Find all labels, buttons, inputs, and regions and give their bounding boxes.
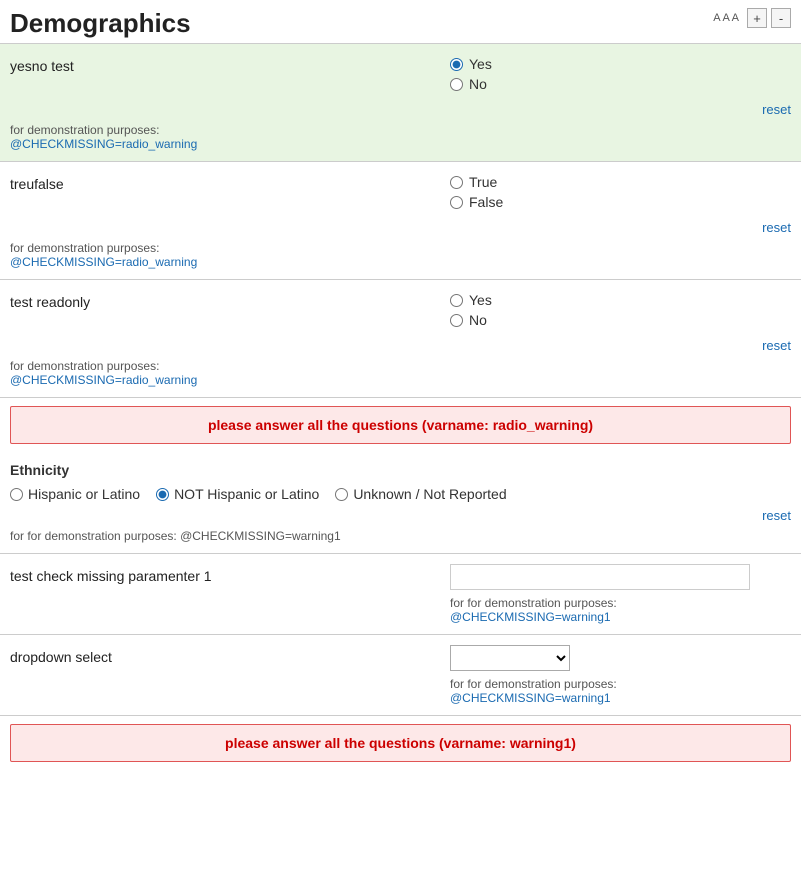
- ethnicity-unknown-radio[interactable]: [335, 488, 348, 501]
- ethnicity-radios: Hispanic or Latino NOT Hispanic or Latin…: [10, 486, 791, 502]
- yesno-demo-var: @CHECKMISSING=radio_warning: [10, 137, 791, 151]
- ethnicity-reset[interactable]: reset: [0, 506, 801, 527]
- check-missing-row: test check missing paramenter 1: [0, 554, 801, 594]
- dropdown-row: dropdown select: [0, 635, 801, 675]
- treufalse-reset[interactable]: reset: [0, 218, 801, 239]
- treufalse-true-radio[interactable]: [450, 176, 463, 189]
- yesno-no-label: No: [469, 76, 487, 92]
- warning-bar-2: please answer all the questions (varname…: [10, 724, 791, 762]
- ethnicity-title: Ethnicity: [10, 462, 791, 478]
- readonly-demo: for demonstration purposes: @CHECKMISSIN…: [0, 357, 801, 397]
- dropdown-label: dropdown select: [10, 645, 450, 665]
- treufalse-false-option[interactable]: False: [450, 194, 791, 210]
- readonly-field-row: test readonly Yes No: [0, 280, 801, 336]
- treufalse-field-row: treufalse True False: [0, 162, 801, 218]
- readonly-demo-var: @CHECKMISSING=radio_warning: [10, 373, 791, 387]
- zoom-out-button[interactable]: -: [771, 8, 791, 28]
- ethnicity-hispanic-label: Hispanic or Latino: [28, 486, 140, 502]
- yesno-reset[interactable]: reset: [0, 100, 801, 121]
- check-missing-label: test check missing paramenter 1: [10, 564, 450, 584]
- ethnicity-not-hispanic-option[interactable]: NOT Hispanic or Latino: [156, 486, 319, 502]
- treufalse-false-radio[interactable]: [450, 196, 463, 209]
- dropdown-section: dropdown select for for demonstration pu…: [0, 635, 801, 716]
- yesno-field-row: yesno test Yes No: [0, 44, 801, 100]
- readonly-no-radio[interactable]: [450, 314, 463, 327]
- dropdown-demo-var: @CHECKMISSING=warning1: [450, 691, 791, 705]
- readonly-section: test readonly Yes No reset for demonstra…: [0, 280, 801, 398]
- ethnicity-not-hispanic-label: NOT Hispanic or Latino: [174, 486, 319, 502]
- readonly-no-option[interactable]: No: [450, 312, 791, 328]
- treufalse-true-label: True: [469, 174, 497, 190]
- yesno-controls: Yes No: [450, 56, 791, 96]
- ethnicity-unknown-option[interactable]: Unknown / Not Reported: [335, 486, 506, 502]
- treufalse-label: treufalse: [10, 174, 450, 192]
- treufalse-controls: True False: [450, 174, 791, 214]
- font-size-label: A A A: [713, 12, 739, 24]
- zoom-in-button[interactable]: +: [747, 8, 767, 28]
- ethnicity-hispanic-option[interactable]: Hispanic or Latino: [10, 486, 140, 502]
- yesno-label: yesno test: [10, 56, 450, 74]
- check-missing-demo-var: @CHECKMISSING=warning1: [450, 610, 791, 624]
- ethnicity-demo-text: for for demonstration purposes: @CHECKMI…: [10, 529, 341, 543]
- ethnicity-unknown-label: Unknown / Not Reported: [353, 486, 506, 502]
- readonly-label: test readonly: [10, 292, 450, 310]
- ethnicity-not-hispanic-radio[interactable]: [156, 488, 169, 501]
- yesno-yes-option[interactable]: Yes: [450, 56, 791, 72]
- yesno-no-radio[interactable]: [450, 78, 463, 91]
- treufalse-section: treufalse True False reset for demonstra…: [0, 162, 801, 280]
- yesno-yes-label: Yes: [469, 56, 492, 72]
- ethnicity-inner: Ethnicity Hispanic or Latino NOT Hispani…: [0, 452, 801, 506]
- yesno-yes-radio[interactable]: [450, 58, 463, 71]
- page-header: Demographics A A A + -: [0, 0, 801, 44]
- treufalse-true-option[interactable]: True: [450, 174, 791, 190]
- treufalse-false-label: False: [469, 194, 503, 210]
- ethnicity-section: Ethnicity Hispanic or Latino NOT Hispani…: [0, 452, 801, 554]
- page-title: Demographics: [10, 8, 191, 39]
- ethnicity-demo: for for demonstration purposes: @CHECKMI…: [0, 527, 801, 553]
- check-missing-demo: for for demonstration purposes: @CHECKMI…: [0, 594, 801, 634]
- warning-bar-1: please answer all the questions (varname…: [10, 406, 791, 444]
- check-missing-input[interactable]: [450, 564, 750, 590]
- readonly-yes-label: Yes: [469, 292, 492, 308]
- readonly-yes-option[interactable]: Yes: [450, 292, 791, 308]
- check-missing-section: test check missing paramenter 1 for for …: [0, 554, 801, 635]
- readonly-yes-radio[interactable]: [450, 294, 463, 307]
- yesno-no-option[interactable]: No: [450, 76, 791, 92]
- font-controls: A A A + -: [713, 8, 791, 28]
- dropdown-demo: for for demonstration purposes: @CHECKMI…: [0, 675, 801, 715]
- readonly-reset[interactable]: reset: [0, 336, 801, 357]
- treufalse-demo-var: @CHECKMISSING=radio_warning: [10, 255, 791, 269]
- treufalse-demo: for demonstration purposes: @CHECKMISSIN…: [0, 239, 801, 279]
- dropdown-select[interactable]: [450, 645, 570, 671]
- yesno-demo: for demonstration purposes: @CHECKMISSIN…: [0, 121, 801, 161]
- readonly-no-label: No: [469, 312, 487, 328]
- yesno-section: yesno test Yes No reset for demonstratio…: [0, 44, 801, 162]
- readonly-controls: Yes No: [450, 292, 791, 332]
- ethnicity-hispanic-radio[interactable]: [10, 488, 23, 501]
